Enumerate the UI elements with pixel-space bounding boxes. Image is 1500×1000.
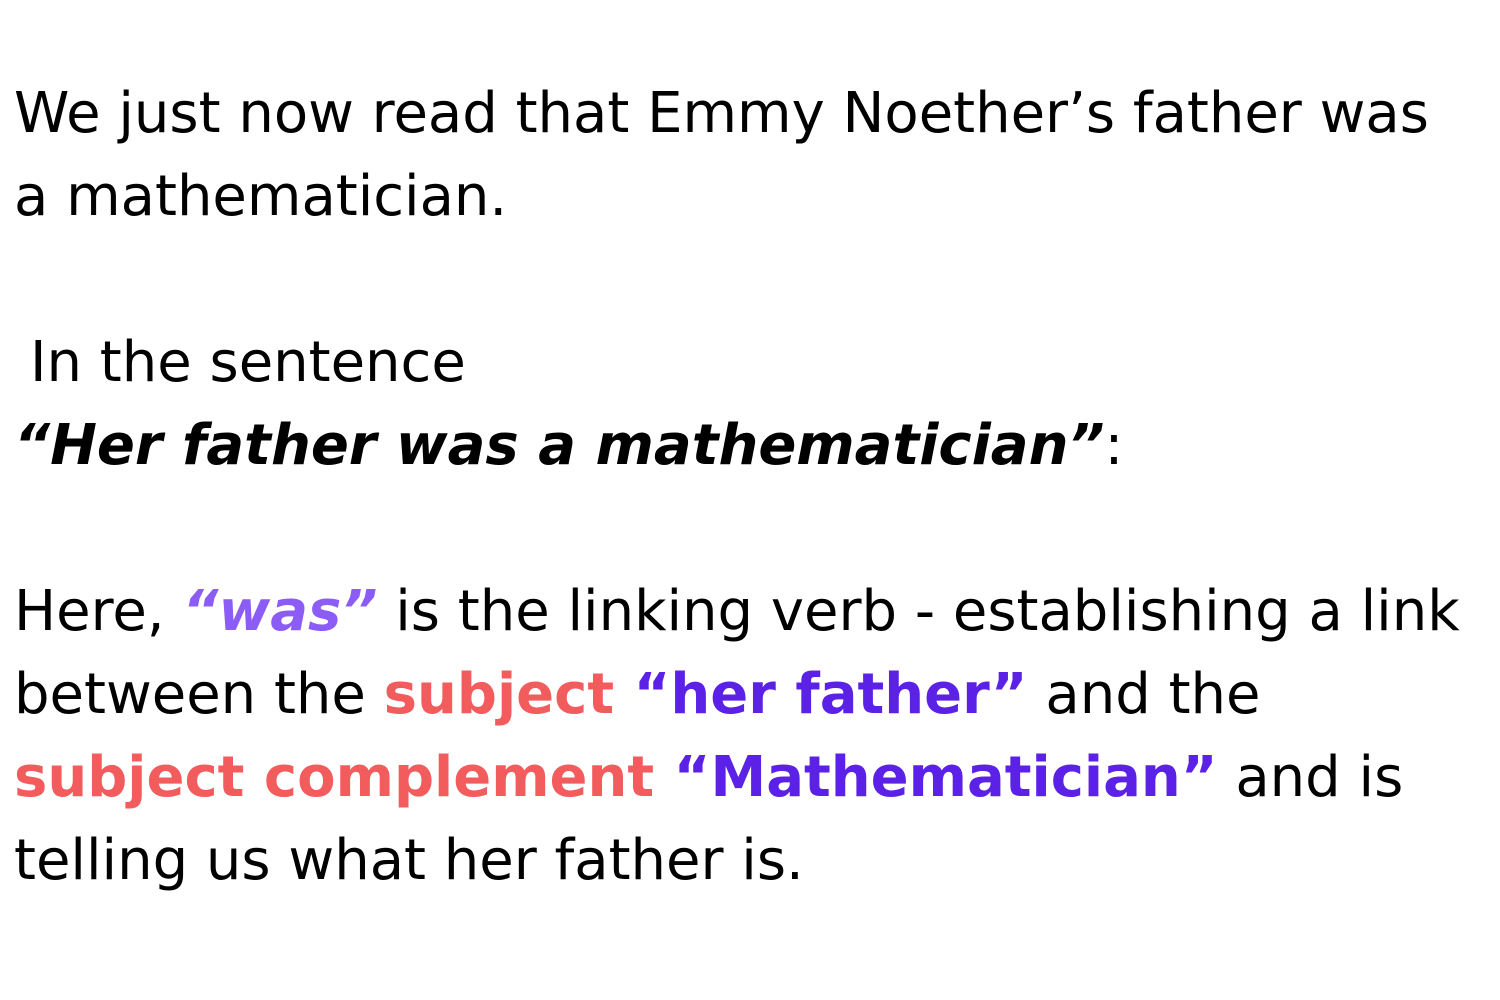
subject-term: “her father” [614,662,1028,727]
explanation-text-1: Here, [14,579,183,644]
explanation-text-3: and the [1027,662,1261,727]
subject-complement-term: “Mathematician” [654,745,1218,810]
subject-complement-label: subject complement [14,745,655,810]
linking-verb-highlight: “was” [182,579,378,644]
sentence-intro: In the sentence [30,330,466,395]
example-sentence-line: “Her father was a mathematician”: [14,404,1460,487]
document-page: We just now read that Emmy Noether’s fat… [0,0,1500,1000]
intro-paragraph: We just now read that Emmy Noether’s fat… [14,81,1429,229]
example-sentence-colon: : [1104,413,1124,478]
explanation-paragraph: Here, “was” is the linking verb - establ… [14,570,1460,902]
example-sentence-quote: “Her father was a mathematician” [14,413,1105,478]
subject-label: subject [383,662,615,727]
